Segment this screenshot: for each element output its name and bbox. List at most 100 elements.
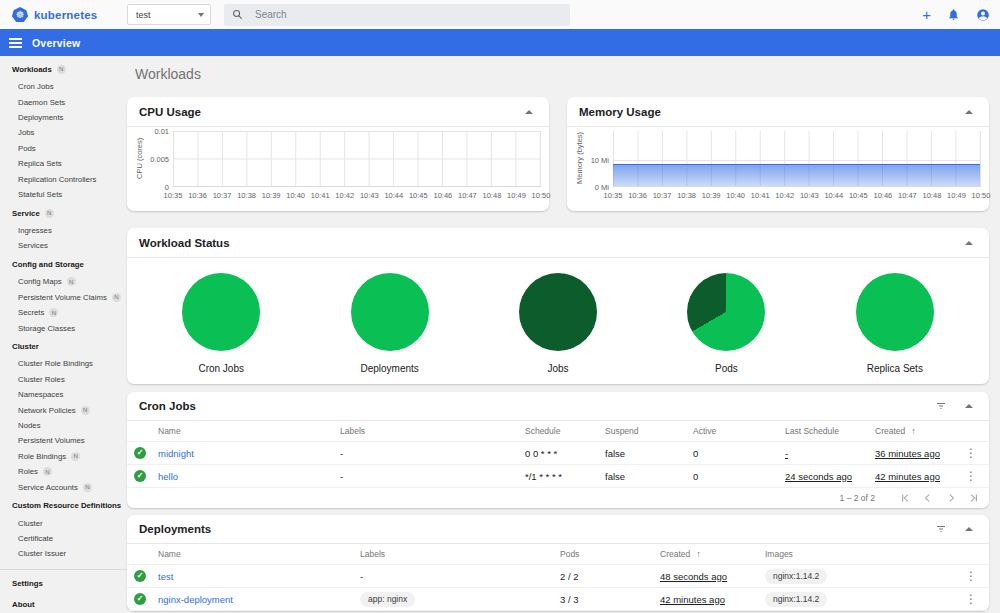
sidebar-item-config-and-storage[interactable]: Config and Storage xyxy=(0,257,127,272)
workload-status-jobs: Jobs xyxy=(474,273,642,374)
cron-jobs-card: Cron Jobs Name Labels Schedule Suspend A… xyxy=(127,392,989,508)
collapse-icon[interactable] xyxy=(965,404,973,408)
sidebar-item-pods[interactable]: Pods xyxy=(0,141,127,156)
sidebar-item-storage-classes[interactable]: Storage Classes xyxy=(0,320,127,335)
col-suspend[interactable]: Suspend xyxy=(605,426,693,436)
prev-page-icon[interactable] xyxy=(921,491,935,505)
col-labels[interactable]: Labels xyxy=(360,549,560,559)
pagination-range: 1 – 2 of 2 xyxy=(840,493,875,503)
col-name[interactable]: Name xyxy=(158,426,340,436)
collapse-icon[interactable] xyxy=(525,110,533,114)
sidebar-item-label: Config and Storage xyxy=(12,260,84,269)
sidebar-item-label: Namespaces xyxy=(18,390,64,399)
namespaced-badge: N xyxy=(49,308,58,317)
y-tick-label: 0.005 xyxy=(150,155,169,164)
last-page-icon[interactable] xyxy=(967,491,981,505)
namespace-select[interactable]: test xyxy=(127,4,211,25)
sidebar-item-persistent-volume-claims[interactable]: Persistent Volume ClaimsN xyxy=(0,290,127,305)
sidebar-item-cluster-issuer[interactable]: Cluster Issuer xyxy=(0,546,127,561)
sidebar-item-service-accounts[interactable]: Service AccountsN xyxy=(0,479,127,494)
row-menu-icon[interactable]: ⋮ xyxy=(953,446,989,460)
col-created[interactable]: Created↑ xyxy=(875,426,953,436)
created-value[interactable]: 42 minutes ago xyxy=(875,471,940,482)
col-active[interactable]: Active xyxy=(693,426,785,436)
cronjob-link[interactable]: hello xyxy=(158,471,178,482)
sidebar-item-service[interactable]: ServiceN xyxy=(0,205,127,220)
col-schedule[interactable]: Schedule xyxy=(525,426,605,436)
x-tick-label: 10:43 xyxy=(360,191,379,200)
deployment-link[interactable]: nginx-deployment xyxy=(158,594,233,605)
search-input[interactable]: Search xyxy=(224,4,570,26)
sidebar-item-stateful-sets[interactable]: Stateful Sets xyxy=(0,187,127,202)
sidebar-item-nodes[interactable]: Nodes xyxy=(0,418,127,433)
col-images[interactable]: Images xyxy=(765,549,953,559)
x-tick-label: 10:40 xyxy=(726,191,745,200)
sidebar-item-label: Certificate xyxy=(18,534,53,543)
filter-icon[interactable] xyxy=(935,400,947,412)
sidebar-item-cron-jobs[interactable]: Cron Jobs xyxy=(0,79,127,94)
sidebar-item-workloads[interactable]: WorkloadsN xyxy=(0,62,127,77)
last-schedule-value[interactable]: 24 seconds ago xyxy=(785,471,852,482)
sidebar-item-cluster-role-bindings[interactable]: Cluster Role Bindings xyxy=(0,356,127,371)
last-schedule-value[interactable]: - xyxy=(785,448,788,459)
collapse-icon[interactable] xyxy=(965,527,973,531)
sidebar-item-config-maps[interactable]: Config MapsN xyxy=(0,274,127,289)
sidebar-item-custom-resource-definitions[interactable]: Custom Resource Definitions xyxy=(0,498,127,513)
pie-chart xyxy=(856,273,934,351)
deployment-link[interactable]: test xyxy=(158,571,173,582)
sidebar-item-about[interactable]: About xyxy=(0,597,127,612)
kubernetes-logo[interactable]: ☸ kubernetes xyxy=(12,7,127,22)
kubernetes-logo-icon: ☸ xyxy=(12,7,28,22)
sidebar-item-persistent-volumes[interactable]: Persistent Volumes xyxy=(0,433,127,448)
next-page-icon[interactable] xyxy=(944,491,958,505)
sidebar-item-role-bindings[interactable]: Role BindingsN xyxy=(0,449,127,464)
filter-icon[interactable] xyxy=(935,523,947,535)
cronjob-link[interactable]: midnight xyxy=(158,448,194,459)
col-pods[interactable]: Pods xyxy=(560,549,660,559)
sidebar-item-roles[interactable]: RolesN xyxy=(0,464,127,479)
x-tick-label: 10:39 xyxy=(262,191,281,200)
create-resource-button[interactable]: + xyxy=(922,7,931,22)
sidebar-item-ingresses[interactable]: Ingresses xyxy=(0,223,127,238)
x-tick-label: 10:46 xyxy=(873,191,892,200)
label-chip: app: nginx xyxy=(360,592,415,607)
sidebar-item-settings[interactable]: Settings xyxy=(0,576,127,591)
workload-status-replica-sets: Replica Sets xyxy=(811,273,979,374)
row-menu-icon[interactable]: ⋮ xyxy=(953,469,989,483)
row-menu-icon[interactable]: ⋮ xyxy=(953,592,989,606)
namespace-value: test xyxy=(136,10,151,20)
sidebar-item-label: Service Accounts xyxy=(18,483,78,492)
sidebar-item-replica-sets[interactable]: Replica Sets xyxy=(0,156,127,171)
notifications-bell-icon[interactable] xyxy=(947,8,960,21)
col-last-schedule[interactable]: Last Schedule xyxy=(785,426,875,436)
sidebar-item-certificate[interactable]: Certificate xyxy=(0,531,127,546)
cpu-x-ticks: 10:3510:3610:3710:3810:3910:4010:4110:42… xyxy=(173,191,541,203)
sidebar-item-namespaces[interactable]: Namespaces xyxy=(0,387,127,402)
pie-chart xyxy=(687,273,765,351)
collapse-icon[interactable] xyxy=(965,110,973,114)
row-menu-icon[interactable]: ⋮ xyxy=(953,569,989,583)
sidebar-item-deployments[interactable]: Deployments xyxy=(0,110,127,125)
created-value[interactable]: 36 minutes ago xyxy=(875,448,940,459)
sidebar-item-daemon-sets[interactable]: Daemon Sets xyxy=(0,94,127,109)
col-name[interactable]: Name xyxy=(158,549,360,559)
col-created[interactable]: Created↑ xyxy=(660,549,765,559)
created-value[interactable]: 48 seconds ago xyxy=(660,571,727,582)
sidebar-item-network-policies[interactable]: Network PoliciesN xyxy=(0,402,127,417)
sidebar-item-cluster-roles[interactable]: Cluster Roles xyxy=(0,372,127,387)
sidebar-item-label: Network Policies xyxy=(18,406,76,415)
first-page-icon[interactable] xyxy=(898,491,912,505)
sidebar-item-secrets[interactable]: SecretsN xyxy=(0,305,127,320)
sidebar-item-cluster[interactable]: Cluster xyxy=(0,339,127,354)
col-labels[interactable]: Labels xyxy=(340,426,525,436)
sidebar-item-cluster[interactable]: Cluster xyxy=(0,515,127,530)
menu-icon[interactable] xyxy=(9,38,22,48)
collapse-icon[interactable] xyxy=(965,241,973,245)
deployments-card: Deployments Name Labels Pods Created↑ Im… xyxy=(127,515,989,611)
sidebar-item-services[interactable]: Services xyxy=(0,238,127,253)
x-tick-label: 10:50 xyxy=(532,191,551,200)
sidebar-item-jobs[interactable]: Jobs xyxy=(0,125,127,140)
account-icon[interactable] xyxy=(976,8,990,22)
created-value[interactable]: 42 minutes ago xyxy=(660,594,725,605)
sidebar-item-replication-controllers[interactable]: Replication Controllers xyxy=(0,171,127,186)
